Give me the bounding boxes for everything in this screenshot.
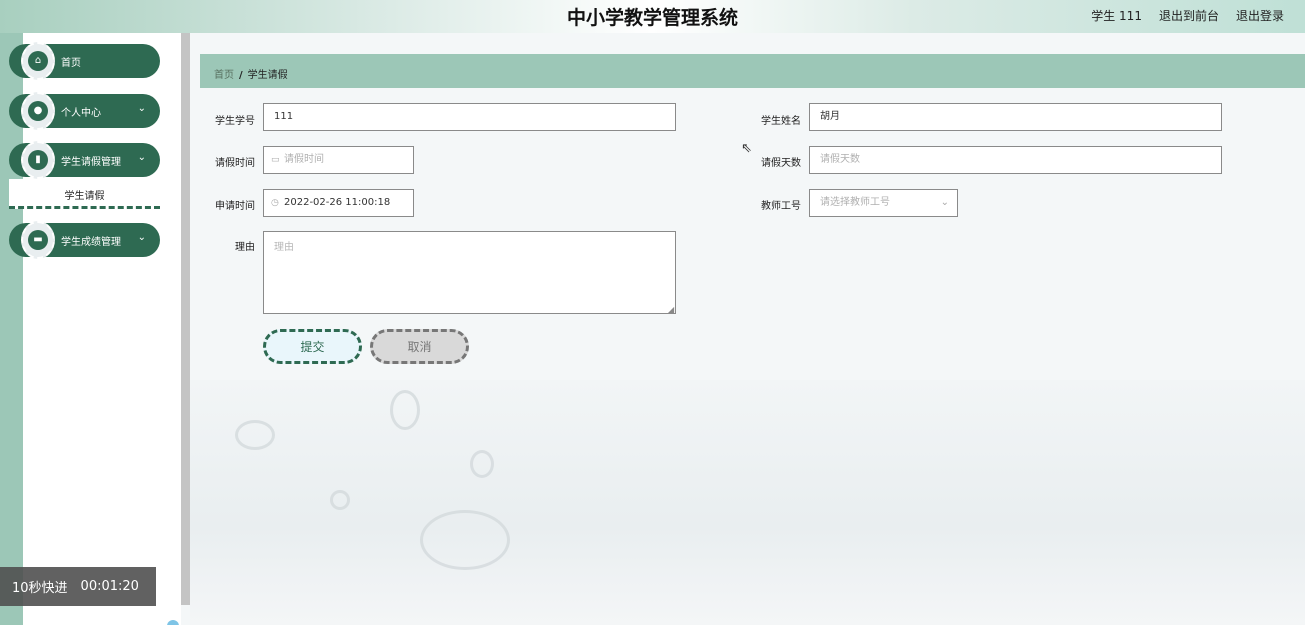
leave-time-placeholder: 请假时间 (284, 154, 324, 165)
calendar-icon: ▭ (271, 155, 280, 165)
bar-chart-icon: ▮ (28, 150, 48, 170)
resize-grip-icon[interactable]: ◢ (668, 306, 674, 314)
apply-time-value: 2022-02-26 11:00:18 (284, 197, 391, 208)
leave-time-label: 请假时间 (215, 158, 255, 169)
breadcrumb-separator: / (239, 70, 243, 81)
chevron-down-icon: ⌄ (940, 197, 949, 208)
sidebar-scrollbar[interactable] (181, 33, 190, 605)
sidebar-item-label: 个人中心 (61, 108, 101, 119)
sidebar-item-personal-center[interactable]: ● 个人中心 ⌄ (9, 92, 160, 130)
top-header: 中小学教学管理系统 学生 111 退出到前台 退出登录 (0, 0, 1305, 33)
sidebar-item-label: 首页 (61, 58, 81, 69)
background-image (190, 380, 1305, 625)
apply-time-label: 申请时间 (215, 201, 255, 212)
breadcrumb-current: 学生请假 (247, 70, 288, 81)
leave-time-picker[interactable]: ▭ 请假时间 (263, 146, 414, 174)
reason-label: 理由 (235, 242, 255, 253)
ticket-icon: ▬ (28, 230, 48, 250)
teacher-id-placeholder: 请选择教师工号 (820, 197, 890, 208)
playback-time: 00:01:20 (80, 579, 139, 594)
breadcrumb: 首页 / 学生请假 (200, 54, 1305, 88)
current-user-label: 学生 111 (1091, 9, 1142, 23)
header-links: 学生 111 退出到前台 退出登录 (1091, 7, 1284, 24)
sidebar-item-home[interactable]: ⌂ 首页 (9, 42, 160, 80)
fast-forward-label[interactable]: 10秒快进 (12, 577, 68, 596)
bar-chart-icon-badge: ▮ (21, 141, 55, 179)
sidebar-item-grade-management[interactable]: ▬ 学生成绩管理 ⌄ (9, 221, 160, 259)
home-icon: ⌂ (28, 51, 48, 71)
sidebar-item-label: 学生请假管理 (61, 157, 121, 168)
video-overlay: 10秒快进 00:01:20 (0, 567, 156, 606)
logout-link[interactable]: 退出登录 (1236, 7, 1284, 24)
leave-days-label: 请假天数 (761, 158, 801, 169)
mouse-cursor-icon: ⇖ (741, 141, 752, 156)
person-icon-badge: ● (21, 92, 55, 130)
ticket-icon-badge: ▬ (21, 221, 55, 259)
sidebar-item-leave-management[interactable]: ▮ 学生请假管理 ⌄ (9, 141, 160, 179)
person-icon: ● (28, 101, 48, 121)
teacher-id-select[interactable]: 请选择教师工号 ⌄ (809, 189, 958, 217)
home-icon-badge: ⌂ (21, 42, 55, 80)
back-to-front-link[interactable]: 退出到前台 (1159, 7, 1219, 24)
reason-textarea[interactable] (263, 231, 676, 314)
breadcrumb-home[interactable]: 首页 (214, 70, 234, 81)
sidebar-item-label: 学生成绩管理 (61, 237, 121, 248)
submit-button[interactable]: 提交 (263, 329, 362, 364)
clock-icon: ◷ (271, 198, 279, 208)
cancel-button[interactable]: 取消 (370, 329, 469, 364)
student-name-field[interactable]: 胡月 (809, 103, 1222, 131)
teacher-id-label: 教师工号 (761, 201, 801, 212)
apply-time-picker[interactable]: ◷ 2022-02-26 11:00:18 (263, 189, 414, 217)
student-id-field[interactable]: 111 (263, 103, 676, 131)
corner-dot-icon (167, 620, 179, 625)
chevron-down-icon: ⌄ (137, 152, 146, 163)
student-id-label: 学生学号 (215, 116, 255, 127)
leave-days-field[interactable]: 请假天数 (809, 146, 1222, 174)
student-name-label: 学生姓名 (761, 116, 801, 127)
chevron-down-icon: ⌄ (137, 232, 146, 243)
sidebar-subitem-student-leave[interactable]: 学生请假 (9, 179, 160, 209)
chevron-down-icon: ⌄ (137, 103, 146, 114)
